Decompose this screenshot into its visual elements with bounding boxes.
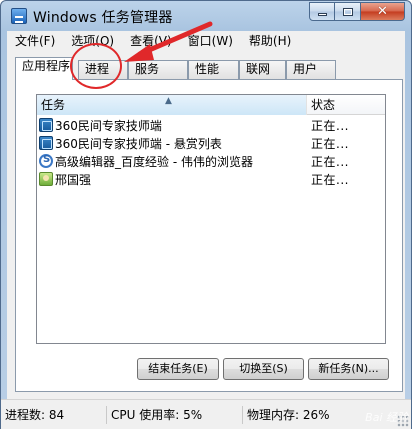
status-cell: 正在... — [311, 154, 349, 169]
list-item[interactable]: 邢国强 正在... — [37, 170, 385, 188]
task-list[interactable]: ▲ 任务 状态 360民间专家技师端 正在... 360民间专家技师端 - 悬赏… — [36, 94, 386, 344]
menu-bar: 文件(F) 选项(O) 查看(V) 窗口(W) 帮助(H) — [7, 31, 405, 51]
column-header-task-label: 任务 — [41, 98, 66, 112]
sort-ascending-icon: ▲ — [165, 96, 172, 106]
menu-help[interactable]: 帮助(H) — [241, 31, 299, 51]
list-item[interactable]: 360民间专家技师端 正在... — [37, 116, 385, 134]
new-task-button[interactable]: 新任务(N)... — [308, 358, 389, 380]
window-title: Windows 任务管理器 — [33, 10, 173, 26]
task-name: 360民间专家技师端 - 悬赏列表 — [55, 136, 222, 151]
user-folder-icon — [39, 172, 53, 186]
caption-buttons: ✕ — [309, 2, 405, 22]
list-rows: 360民间专家技师端 正在... 360民间专家技师端 - 悬赏列表 正在... — [37, 116, 385, 188]
360-app-icon — [39, 118, 53, 132]
menu-view[interactable]: 查看(V) — [122, 31, 180, 51]
switch-to-button[interactable]: 切换至(S) — [223, 358, 304, 380]
menu-file[interactable]: 文件(F) — [7, 31, 63, 51]
task-name: 高级编辑器_百度经验 - 伟伟的浏览器 — [55, 154, 253, 169]
task-name: 360民间专家技师端 — [55, 118, 162, 133]
list-item[interactable]: 360民间专家技师端 - 悬赏列表 正在... — [37, 134, 385, 152]
status-cell: 正在... — [311, 118, 349, 133]
task-manager-icon — [11, 8, 27, 24]
applications-panel: ▲ 任务 状态 360民间专家技师端 正在... 360民间专家技师端 - 悬赏… — [15, 79, 403, 392]
cpu-usage: CPU 使用率: 5% — [107, 405, 243, 424]
column-header-task[interactable]: ▲ 任务 — [37, 95, 307, 115]
title-bar[interactable]: Windows 任务管理器 ✕ — [1, 1, 411, 31]
close-icon: ✕ — [377, 4, 388, 19]
annotation-circle — [70, 43, 122, 89]
status-cell: 正在... — [311, 136, 349, 151]
close-button[interactable]: ✕ — [361, 2, 405, 21]
action-buttons: 结束任务(E) 切换至(S) 新任务(N)... — [16, 358, 404, 382]
browser-icon — [39, 154, 53, 168]
task-cell: 360民间专家技师端 - 悬赏列表 — [37, 135, 307, 152]
tab-users[interactable]: 用户 — [286, 60, 336, 79]
maximize-icon — [342, 7, 353, 16]
status-bar: 进程数: 84 CPU 使用率: 5% 物理内存: 26% — [1, 399, 411, 429]
menu-window[interactable]: 窗口(W) — [180, 31, 241, 51]
minimize-icon — [317, 13, 327, 16]
physical-memory: 物理内存: 26% — [247, 407, 330, 422]
task-name: 邢国强 — [55, 172, 92, 187]
watermark: Bai 经验 — [365, 411, 408, 424]
list-header: ▲ 任务 状态 — [37, 95, 385, 115]
list-item[interactable]: 高级编辑器_百度经验 - 伟伟的浏览器 正在... — [37, 152, 385, 170]
process-count: 进程数: 84 — [1, 405, 107, 424]
task-cell: 360民间专家技师端 — [37, 117, 307, 134]
column-header-status[interactable]: 状态 — [307, 95, 385, 115]
end-task-button[interactable]: 结束任务(E) — [137, 358, 219, 380]
task-manager-window: Windows 任务管理器 ✕ 文件(F) 选项(O) 查看(V) 窗口(W) … — [0, 0, 412, 429]
tab-applications[interactable]: 应用程序 — [15, 57, 73, 80]
maximize-button[interactable] — [335, 2, 361, 21]
task-cell: 高级编辑器_百度经验 - 伟伟的浏览器 — [37, 153, 307, 170]
tab-performance[interactable]: 性能 — [188, 60, 239, 79]
minimize-button[interactable] — [309, 2, 335, 21]
client-area: 应用程序 进程 服务 性能 联网 用户 ▲ 任务 状态 360民间专家技师端 正… — [7, 51, 405, 399]
task-cell: 邢国强 — [37, 171, 307, 188]
status-cell: 正在... — [311, 172, 349, 187]
tab-services[interactable]: 服务 — [128, 60, 188, 79]
360-app-icon — [39, 136, 53, 150]
tab-networking[interactable]: 联网 — [239, 60, 286, 79]
